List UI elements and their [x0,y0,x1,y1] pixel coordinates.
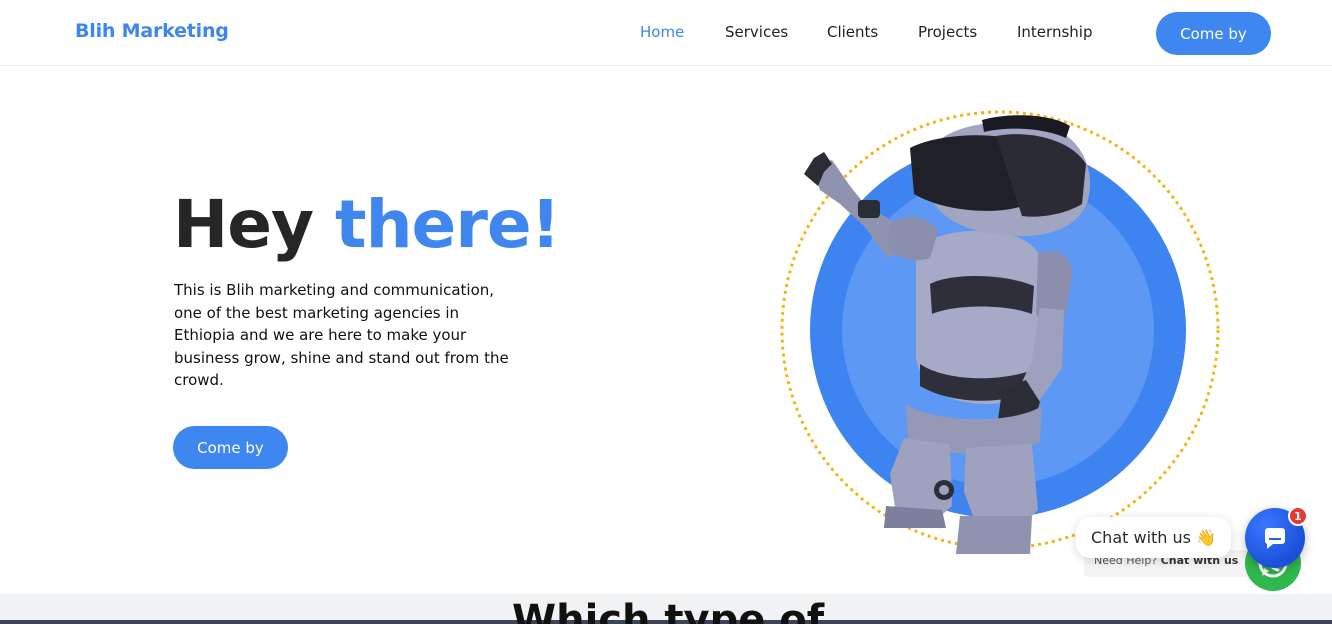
chat-with-us-tooltip[interactable]: Chat with us 👋 [1076,517,1231,558]
nav-services[interactable]: Services [725,23,788,41]
notification-badge: 1 [1288,506,1308,526]
waving-hand-icon: 👋 [1195,528,1216,547]
brand-logo[interactable]: Blih Marketing [75,20,229,42]
robot-vr-headset-illustration [780,110,1220,554]
nav-home[interactable]: Home [640,23,684,41]
chat-tooltip-text: Chat with us [1091,528,1191,547]
nav-clients[interactable]: Clients [827,23,878,41]
hero-title: Hey there! [173,186,561,263]
hero-description: This is Blih marketing and communication… [174,281,509,389]
hero-title-part2: there! [335,186,561,263]
hero-illustration [770,108,1230,558]
nav-internship[interactable]: Internship [1017,23,1092,41]
nav-projects[interactable]: Projects [918,23,977,41]
header-come-by-button[interactable]: Come by [1156,12,1271,55]
hero-come-by-button[interactable]: Come by [173,426,288,469]
section-heading: Which type of [512,597,825,624]
hero-title-part1: Hey [173,186,314,263]
site-header: Blih Marketing Home Services Clients Pro… [0,0,1332,66]
